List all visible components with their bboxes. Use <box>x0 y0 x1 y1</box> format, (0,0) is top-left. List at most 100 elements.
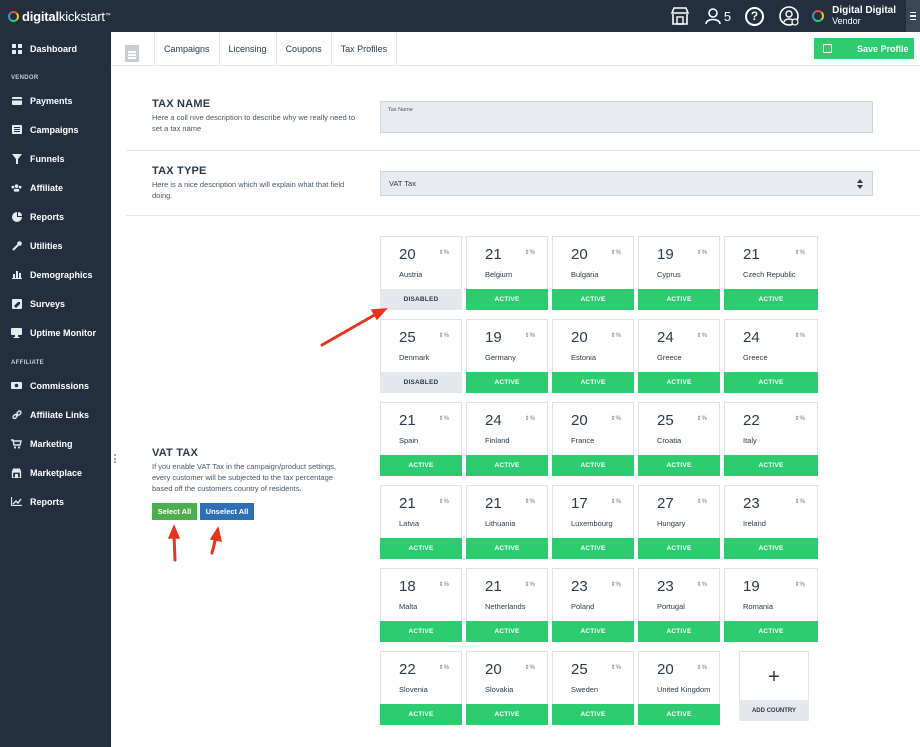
country-status-toggle[interactable]: ACTIVE <box>552 538 634 559</box>
tax-rate[interactable]: 19 <box>743 578 760 595</box>
country-status-toggle[interactable]: ACTIVE <box>552 372 634 393</box>
country-status-toggle[interactable]: ACTIVE <box>638 289 720 310</box>
country-card[interactable]: 20 ⇕% Austria DISABLED <box>380 236 462 310</box>
tax-rate[interactable]: 23 <box>743 495 760 512</box>
tab-tax-profiles[interactable]: Tax Profiles <box>330 32 398 66</box>
menu-toggle-icon[interactable] <box>906 0 920 32</box>
support-icon[interactable] <box>778 5 800 27</box>
help-button[interactable]: ? <box>745 6 765 26</box>
country-card[interactable]: 24 ⇕% Greece ACTIVE <box>638 319 720 393</box>
country-status-toggle[interactable]: ACTIVE <box>638 621 720 642</box>
country-status-toggle[interactable]: ACTIVE <box>552 289 634 310</box>
country-status-toggle[interactable]: ACTIVE <box>724 372 818 393</box>
country-status-toggle[interactable]: DISABLED <box>380 372 462 393</box>
drag-handle-icon[interactable] <box>114 454 116 463</box>
country-card[interactable]: 17 ⇕% Luxembourg ACTIVE <box>552 485 634 559</box>
country-status-toggle[interactable]: ACTIVE <box>724 538 818 559</box>
tax-rate[interactable]: 17 <box>571 495 588 512</box>
country-status-toggle[interactable]: ACTIVE <box>724 289 818 310</box>
country-status-toggle[interactable]: ACTIVE <box>380 538 462 559</box>
tax-rate[interactable]: 21 <box>399 412 416 429</box>
tax-rate[interactable]: 20 <box>571 329 588 346</box>
country-status-toggle[interactable]: ACTIVE <box>466 704 548 725</box>
country-card[interactable]: 21 ⇕% Czech Republic ACTIVE <box>724 236 818 310</box>
save-profile-button[interactable]: Save Profile <box>814 38 914 59</box>
country-card[interactable]: 22 ⇕% Slovenia ACTIVE <box>380 651 462 725</box>
sidebar-item-uptime-monitor[interactable]: Uptime Monitor <box>0 318 111 347</box>
tab-campaigns[interactable]: Campaigns <box>154 32 219 66</box>
country-status-toggle[interactable]: ACTIVE <box>552 621 634 642</box>
country-card[interactable]: 24 ⇕% Greece ACTIVE <box>724 319 818 393</box>
country-status-toggle[interactable]: ACTIVE <box>380 455 462 476</box>
sidebar-item-affiliate-links[interactable]: Affiliate Links <box>0 400 111 429</box>
country-status-toggle[interactable]: ACTIVE <box>466 538 548 559</box>
country-status-toggle[interactable]: ACTIVE <box>724 621 818 642</box>
sidebar-item-affiliate[interactable]: Affiliate <box>0 173 111 202</box>
country-card[interactable]: 20 ⇕% Slovakia ACTIVE <box>466 651 548 725</box>
tax-name-input[interactable]: Tax Name <box>380 101 873 133</box>
users-button[interactable]: 5 <box>704 7 731 25</box>
tax-rate[interactable]: 24 <box>657 329 674 346</box>
country-card[interactable]: 21 ⇕% Lithuania ACTIVE <box>466 485 548 559</box>
country-status-toggle[interactable]: ACTIVE <box>638 372 720 393</box>
tax-rate[interactable]: 24 <box>743 329 760 346</box>
country-card[interactable]: 19 ⇕% Cyprus ACTIVE <box>638 236 720 310</box>
country-card[interactable]: 19 ⇕% Germany ACTIVE <box>466 319 548 393</box>
country-card[interactable]: 21 ⇕% Belgium ACTIVE <box>466 236 548 310</box>
tax-rate[interactable]: 21 <box>399 495 416 512</box>
sidebar-item-campaigns[interactable]: Campaigns <box>0 115 111 144</box>
country-card[interactable]: 18 ⇕% Malta ACTIVE <box>380 568 462 642</box>
store-icon[interactable] <box>670 7 690 25</box>
tax-rate[interactable]: 22 <box>399 661 416 678</box>
country-card[interactable]: 20 ⇕% Bulgaria ACTIVE <box>552 236 634 310</box>
tax-rate[interactable]: 19 <box>485 329 502 346</box>
country-card[interactable]: 20 ⇕% France ACTIVE <box>552 402 634 476</box>
country-status-toggle[interactable]: ACTIVE <box>638 538 720 559</box>
country-card[interactable]: 25 ⇕% Sweden ACTIVE <box>552 651 634 725</box>
tax-rate[interactable]: 21 <box>743 246 760 263</box>
country-card[interactable]: 27 ⇕% Hungary ACTIVE <box>638 485 720 559</box>
tax-rate[interactable]: 20 <box>399 246 416 263</box>
tax-rate[interactable]: 25 <box>571 661 588 678</box>
country-status-toggle[interactable]: ACTIVE <box>552 455 634 476</box>
tax-rate[interactable]: 21 <box>485 246 502 263</box>
sidebar-item-surveys[interactable]: Surveys <box>0 289 111 318</box>
country-card[interactable]: 20 ⇕% Estonia ACTIVE <box>552 319 634 393</box>
tax-rate[interactable]: 23 <box>571 578 588 595</box>
vendor-account[interactable]: Digital Digital Vendor <box>832 5 896 27</box>
tax-rate[interactable]: 27 <box>657 495 674 512</box>
country-status-toggle[interactable]: DISABLED <box>380 289 462 310</box>
tax-rate[interactable]: 24 <box>485 412 502 429</box>
country-card[interactable]: 23 ⇕% Ireland ACTIVE <box>724 485 818 559</box>
country-status-toggle[interactable]: ACTIVE <box>724 455 818 476</box>
sidebar-item-marketing[interactable]: Marketing <box>0 429 111 458</box>
country-status-toggle[interactable]: ACTIVE <box>638 704 720 725</box>
country-card[interactable]: 19 ⇕% Romania ACTIVE <box>724 568 818 642</box>
tax-rate[interactable]: 22 <box>743 412 760 429</box>
country-card[interactable]: 20 ⇕% United Kingdom ACTIVE <box>638 651 720 725</box>
tax-rate[interactable]: 21 <box>485 578 502 595</box>
sidebar-item-utilities[interactable]: Utilities <box>0 231 111 260</box>
tax-rate[interactable]: 20 <box>571 246 588 263</box>
tax-rate[interactable]: 19 <box>657 246 674 263</box>
country-status-toggle[interactable]: ACTIVE <box>380 704 462 725</box>
tax-rate[interactable]: 18 <box>399 578 416 595</box>
sidebar-item-reports[interactable]: Reports <box>0 202 111 231</box>
country-status-toggle[interactable]: ACTIVE <box>466 289 548 310</box>
country-status-toggle[interactable]: ACTIVE <box>552 704 634 725</box>
sidebar-item-dashboard[interactable]: Dashboard <box>0 34 111 63</box>
sidebar-item-marketplace[interactable]: Marketplace <box>0 458 111 487</box>
sidebar-item-demographics[interactable]: Demographics <box>0 260 111 289</box>
country-card[interactable]: 25 ⇕% Croatia ACTIVE <box>638 402 720 476</box>
country-card[interactable]: 21 ⇕% Latvia ACTIVE <box>380 485 462 559</box>
sidebar-item-funnels[interactable]: Funnels <box>0 144 111 173</box>
tax-rate[interactable]: 25 <box>657 412 674 429</box>
brand-logo[interactable]: digital kickstart ™ <box>0 9 111 24</box>
country-card[interactable]: 21 ⇕% Spain ACTIVE <box>380 402 462 476</box>
sidebar-item-commissions[interactable]: Commissions <box>0 371 111 400</box>
country-card[interactable]: 24 ⇕% Finland ACTIVE <box>466 402 548 476</box>
sidebar-item-reports[interactable]: Reports <box>0 487 111 516</box>
add-country-button[interactable]: + ADD COUNTRY <box>739 651 809 721</box>
sidebar-item-payments[interactable]: Payments <box>0 86 111 115</box>
tax-type-select[interactable]: VAT Tax <box>380 171 873 196</box>
